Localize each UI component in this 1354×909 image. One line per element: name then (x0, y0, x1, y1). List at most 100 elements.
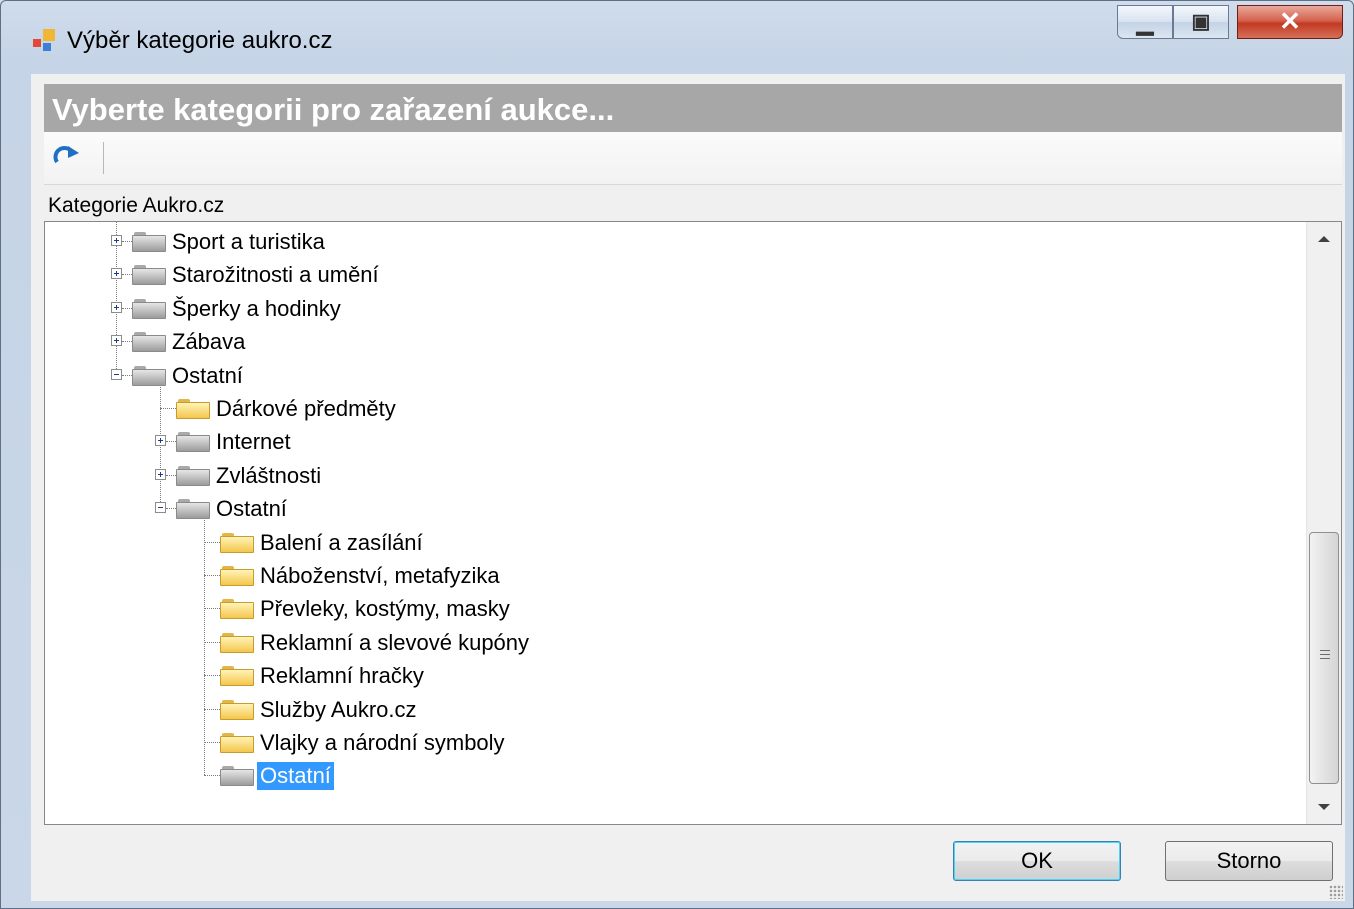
banner-text: Vyberte kategorii pro zařazení aukce... (52, 92, 615, 127)
tree-connector (204, 775, 220, 777)
tree-connector (122, 274, 132, 276)
tree-node[interactable]: Náboženství, metafyzika (45, 560, 1295, 590)
expand-icon[interactable] (111, 335, 122, 347)
expand-icon[interactable] (155, 435, 166, 447)
tree-node[interactable]: Šperky a hodinky (45, 293, 1295, 323)
tree-connector (204, 608, 220, 610)
tree-node[interactable]: Dárkové předměty (45, 393, 1295, 423)
tree-node[interactable]: Převleky, kostýmy, masky (45, 593, 1295, 623)
tree-connector (166, 441, 176, 443)
tree-connector (204, 575, 220, 576)
tree-connector (204, 541, 220, 543)
toolbar-separator (103, 142, 104, 174)
tree-node-label[interactable]: Převleky, kostýmy, masky (257, 595, 513, 623)
expand-icon[interactable] (111, 301, 122, 313)
tree-node[interactable]: Vlajky a národní symboly (45, 727, 1295, 757)
tree-node[interactable]: Zvláštnosti (45, 460, 1295, 490)
refresh-icon (53, 146, 79, 164)
tree-node[interactable]: Ostatní (45, 493, 1295, 523)
tree-connector (204, 641, 220, 643)
window-title: Výběr kategorie aukro.cz (67, 27, 333, 54)
tree-node[interactable]: Internet (45, 426, 1295, 456)
tree-node-label[interactable]: Sport a turistika (169, 228, 328, 256)
dialog-client-area: Vyberte kategorii pro zařazení aukce... … (31, 74, 1345, 901)
collapse-icon[interactable] (111, 368, 122, 380)
dialog-window: Výběr kategorie aukro.cz ▁ ▣ ✕ Vyberte k… (0, 0, 1354, 909)
tree-node[interactable]: Služby Aukro.cz (45, 694, 1295, 724)
tree-node[interactable]: Ostatní (45, 360, 1295, 390)
collapse-icon[interactable] (155, 502, 166, 514)
tree-node-label[interactable]: Dárkové předměty (213, 395, 399, 423)
tree-node-label[interactable]: Ostatní (169, 362, 246, 390)
tree-node[interactable]: Sport a turistika (45, 226, 1295, 256)
tree-node-label[interactable]: Internet (213, 428, 294, 456)
folder-closed-icon (132, 332, 166, 353)
tree-node-label[interactable]: Ostatní (213, 495, 290, 523)
folder-icon (220, 632, 254, 653)
folder-icon (176, 399, 210, 419)
scroll-down-button[interactable] (1307, 790, 1341, 824)
tree-node-label[interactable]: Služby Aukro.cz (257, 696, 420, 724)
tree-node[interactable]: Reklamní hračky (45, 660, 1295, 690)
maximize-button[interactable]: ▣ (1173, 5, 1229, 39)
minimize-icon: ▁ (1136, 10, 1154, 35)
tree-node[interactable]: Balení a zasílání (45, 527, 1295, 557)
folder-icon (220, 566, 254, 586)
scroll-up-button[interactable] (1307, 222, 1341, 256)
tree-connector (204, 742, 220, 743)
minimize-button[interactable]: ▁ (1117, 5, 1173, 39)
tree-node-label[interactable]: Zábava (169, 328, 248, 356)
tree-node[interactable]: Starožitnosti a umění (45, 259, 1295, 289)
vertical-scrollbar[interactable] (1306, 222, 1341, 824)
tree-node-label[interactable]: Reklamní hračky (257, 662, 427, 690)
tree-node-label[interactable]: Ostatní (257, 762, 334, 791)
tree-node-label[interactable]: Balení a zasílání (257, 529, 426, 557)
tree-connector (122, 241, 132, 242)
tree-connector (160, 408, 176, 409)
tree-connector (122, 307, 132, 309)
tree-node-label[interactable]: Šperky a hodinky (169, 295, 344, 323)
expand-icon[interactable] (155, 468, 166, 480)
close-icon: ✕ (1279, 6, 1301, 36)
tree-node[interactable]: Reklamní a slevové kupóny (45, 627, 1295, 657)
tree-node-label[interactable]: Vlajky a národní symboly (257, 729, 508, 757)
folder-closed-icon (132, 232, 166, 252)
cancel-button[interactable]: Storno (1165, 841, 1333, 881)
folder-closed-icon (176, 432, 210, 453)
tree-connector (166, 508, 176, 510)
scroll-up-arrow-icon (1318, 236, 1330, 242)
expand-icon[interactable] (111, 268, 122, 280)
category-tree[interactable]: Sport a turistika Starožitnosti a umění Šp… (44, 221, 1342, 825)
tree-node-label[interactable]: Starožitnosti a umění (169, 261, 382, 289)
tree-node-label[interactable]: Náboženství, metafyzika (257, 562, 503, 590)
tree-connector (204, 675, 220, 677)
folder-closed-icon (176, 465, 210, 486)
close-button[interactable]: ✕ (1237, 5, 1343, 39)
window-app-icon[interactable] (33, 29, 55, 51)
tree-node-label[interactable]: Reklamní a slevové kupóny (257, 629, 532, 657)
folder-closed-icon (176, 499, 210, 520)
folder-closed-icon (132, 365, 166, 386)
tree-connector (122, 341, 132, 343)
refresh-button[interactable] (52, 144, 82, 172)
header-banner: Vyberte kategorii pro zařazení aukce... (44, 84, 1342, 132)
grip-icon (1320, 650, 1330, 662)
toolbar (44, 132, 1342, 185)
tree-node[interactable]: Ostatní (45, 760, 1295, 791)
folder-closed-icon (132, 265, 166, 286)
maximize-icon: ▣ (1191, 11, 1211, 33)
tree-node[interactable]: Zábava (45, 326, 1295, 356)
folder-icon (220, 599, 254, 620)
folder-closed-icon (132, 298, 166, 319)
expand-icon[interactable] (111, 235, 122, 246)
tree-connector (166, 474, 176, 476)
title-bar[interactable]: Výběr kategorie aukro.cz ▁ ▣ ✕ (1, 1, 1354, 54)
scroll-down-arrow-icon (1318, 804, 1330, 810)
folder-closed-icon (220, 766, 254, 787)
tree-node-label[interactable]: Zvláštnosti (213, 462, 324, 490)
ok-button[interactable]: OK (953, 841, 1121, 881)
tree-label: Kategorie Aukro.cz (48, 194, 225, 217)
resize-grip-icon[interactable] (1329, 885, 1343, 899)
tree-connector (122, 374, 132, 376)
scrollbar-thumb[interactable] (1309, 532, 1339, 784)
